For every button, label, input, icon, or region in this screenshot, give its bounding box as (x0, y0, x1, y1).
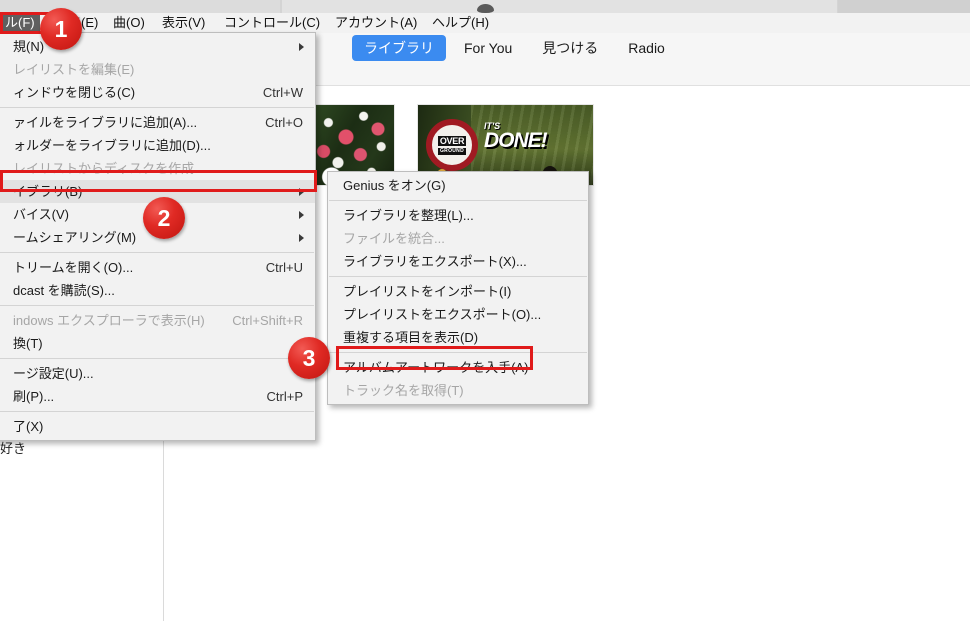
submenu-item-export-library[interactable]: ライブラリをエクスポート(X)... (328, 250, 588, 273)
menu-item-label: Genius をオン(G) (343, 178, 446, 193)
menu-item-label: レイリストを編集(E) (13, 62, 135, 77)
menu-item-label: 了(X) (13, 419, 44, 434)
menu-separator (0, 305, 314, 306)
annotation-badge-1: 1 (40, 8, 82, 50)
apple-logo-icon (477, 4, 494, 13)
menubar-item-view[interactable]: 表示(V) (157, 13, 210, 33)
menu-item-edit-playlist: レイリストを編集(E) (0, 58, 315, 81)
submenu-item-show-duplicate-items[interactable]: 重複する項目を表示(D) (328, 326, 588, 349)
menu-item-label: レイリストからディスクを作成 (13, 161, 195, 176)
menu-item-print[interactable]: 刷(P)... Ctrl+P (0, 385, 315, 408)
menu-item-label: トリームを開く(O)... (13, 260, 134, 275)
menu-item-add-folder-to-library[interactable]: ォルダーをライブラリに追加(D)... (0, 134, 315, 157)
menu-item-label: ォルダーをライブラリに追加(D)... (13, 138, 211, 153)
menu-bar: ル(F) 編集(E) 曲(O) 表示(V) コントロール(C) アカウント(A)… (0, 13, 970, 34)
annotation-badge-3: 3 (288, 337, 330, 379)
menu-item-shortcut: Ctrl+Shift+R (232, 313, 303, 328)
tab-browse[interactable]: 見つける (530, 35, 610, 61)
title-bar-left-segment (0, 0, 280, 13)
menu-item-show-in-windows-explorer: indows エクスプローラで表示(H) Ctrl+Shift+R (0, 309, 315, 332)
title-bar-right-segment (838, 0, 970, 13)
window-title-bar (0, 0, 970, 14)
menubar-item-help[interactable]: ヘルプ(H) (427, 13, 494, 33)
menu-item-exit[interactable]: 了(X) (0, 415, 315, 438)
menu-item-close-window[interactable]: ィンドウを閉じる(C) Ctrl+W (0, 81, 315, 104)
menubar-item-controls[interactable]: コントロール(C) (219, 13, 325, 33)
menubar-item-song[interactable]: 曲(O) (108, 13, 150, 33)
menu-item-shortcut: Ctrl+W (262, 85, 303, 100)
tab-radio[interactable]: Radio (616, 37, 677, 59)
tab-library[interactable]: ライブラリ (352, 35, 446, 61)
menu-item-shortcut: Ctrl+P (266, 389, 303, 404)
menu-separator (329, 200, 587, 201)
menu-item-page-setup[interactable]: ージ設定(U)... (0, 362, 315, 385)
menu-item-burn-playlist-to-disc: レイリストからディスクを作成 (0, 157, 315, 180)
menu-item-label: ライブラリをエクスポート(X)... (343, 254, 527, 269)
chevron-right-icon (299, 234, 304, 242)
menu-item-label: プレイリストをインポート(I) (343, 284, 512, 299)
submenu-item-organize-library[interactable]: ライブラリを整理(L)... (328, 204, 588, 227)
tab-for-you[interactable]: For You (452, 37, 524, 59)
menu-item-add-file-to-library[interactable]: ァイルをライブラリに追加(A)... Ctrl+O (0, 111, 315, 134)
menu-item-label: アルバムアートワークを入手(A) (343, 360, 529, 375)
submenu-item-get-album-artwork[interactable]: アルバムアートワークを入手(A) (328, 356, 588, 379)
menu-separator (329, 276, 587, 277)
menu-item-label: 刷(P)... (13, 389, 55, 404)
menu-item-convert[interactable]: 換(T) (0, 332, 315, 355)
menu-item-label: dcast を購読(S)... (13, 283, 115, 298)
submenu-item-import-playlist[interactable]: プレイリストをインポート(I) (328, 280, 588, 303)
menu-item-label: ライブラリを整理(L)... (343, 208, 474, 223)
menubar-item-file[interactable]: ル(F) (0, 13, 40, 33)
menu-item-label: indows エクスプローラで表示(H) (13, 313, 205, 328)
menu-item-shortcut: Ctrl+U (265, 260, 303, 275)
menu-item-label: ファイルを統合... (343, 231, 445, 246)
menu-item-label: 換(T) (13, 336, 43, 351)
submenu-item-consolidate-files: ファイルを統合... (328, 227, 588, 250)
album-title-large: DONE! (484, 129, 548, 152)
library-submenu-popup[interactable]: Genius をオン(G) ライブラリを整理(L)... ファイルを統合... … (327, 171, 589, 405)
menu-item-label: ームシェアリング(M) (13, 230, 137, 245)
menu-item-open-stream[interactable]: トリームを開く(O)... Ctrl+U (0, 256, 315, 279)
chevron-right-icon (299, 43, 304, 51)
menu-separator (0, 411, 314, 412)
menu-item-label: プレイリストをエクスポート(O)... (343, 307, 542, 322)
menu-item-label: ァイルをライブラリに追加(A)... (13, 115, 198, 130)
menu-item-label: ージ設定(U)... (13, 366, 94, 381)
menu-separator (0, 358, 314, 359)
menubar-item-account[interactable]: アカウント(A) (330, 13, 422, 33)
menu-item-label: 重複する項目を表示(D) (343, 330, 479, 345)
menu-separator (0, 252, 314, 253)
chevron-right-icon (299, 188, 304, 196)
menu-item-label: バイス(V) (13, 207, 69, 222)
menu-separator (0, 107, 314, 108)
navigation-tabs: ライブラリ For You 見つける Radio (352, 35, 677, 61)
menu-item-label: ィンドウを閉じる(C) (13, 85, 136, 100)
submenu-item-export-playlist[interactable]: プレイリストをエクスポート(O)... (328, 303, 588, 326)
menu-item-label: 規(N) (13, 39, 45, 54)
chevron-right-icon (299, 211, 304, 219)
submenu-item-turn-on-genius[interactable]: Genius をオン(G) (328, 174, 588, 197)
menu-item-subscribe-podcast[interactable]: dcast を購読(S)... (0, 279, 315, 302)
annotation-badge-2: 2 (143, 197, 185, 239)
menu-item-shortcut: Ctrl+O (265, 115, 303, 130)
menu-separator (329, 352, 587, 353)
submenu-item-get-track-names: トラック名を取得(T) (328, 379, 588, 402)
menu-item-label: トラック名を取得(T) (343, 383, 464, 398)
title-bar-center-segment (282, 0, 837, 13)
menu-item-label: イブラリ(B) (13, 184, 83, 199)
